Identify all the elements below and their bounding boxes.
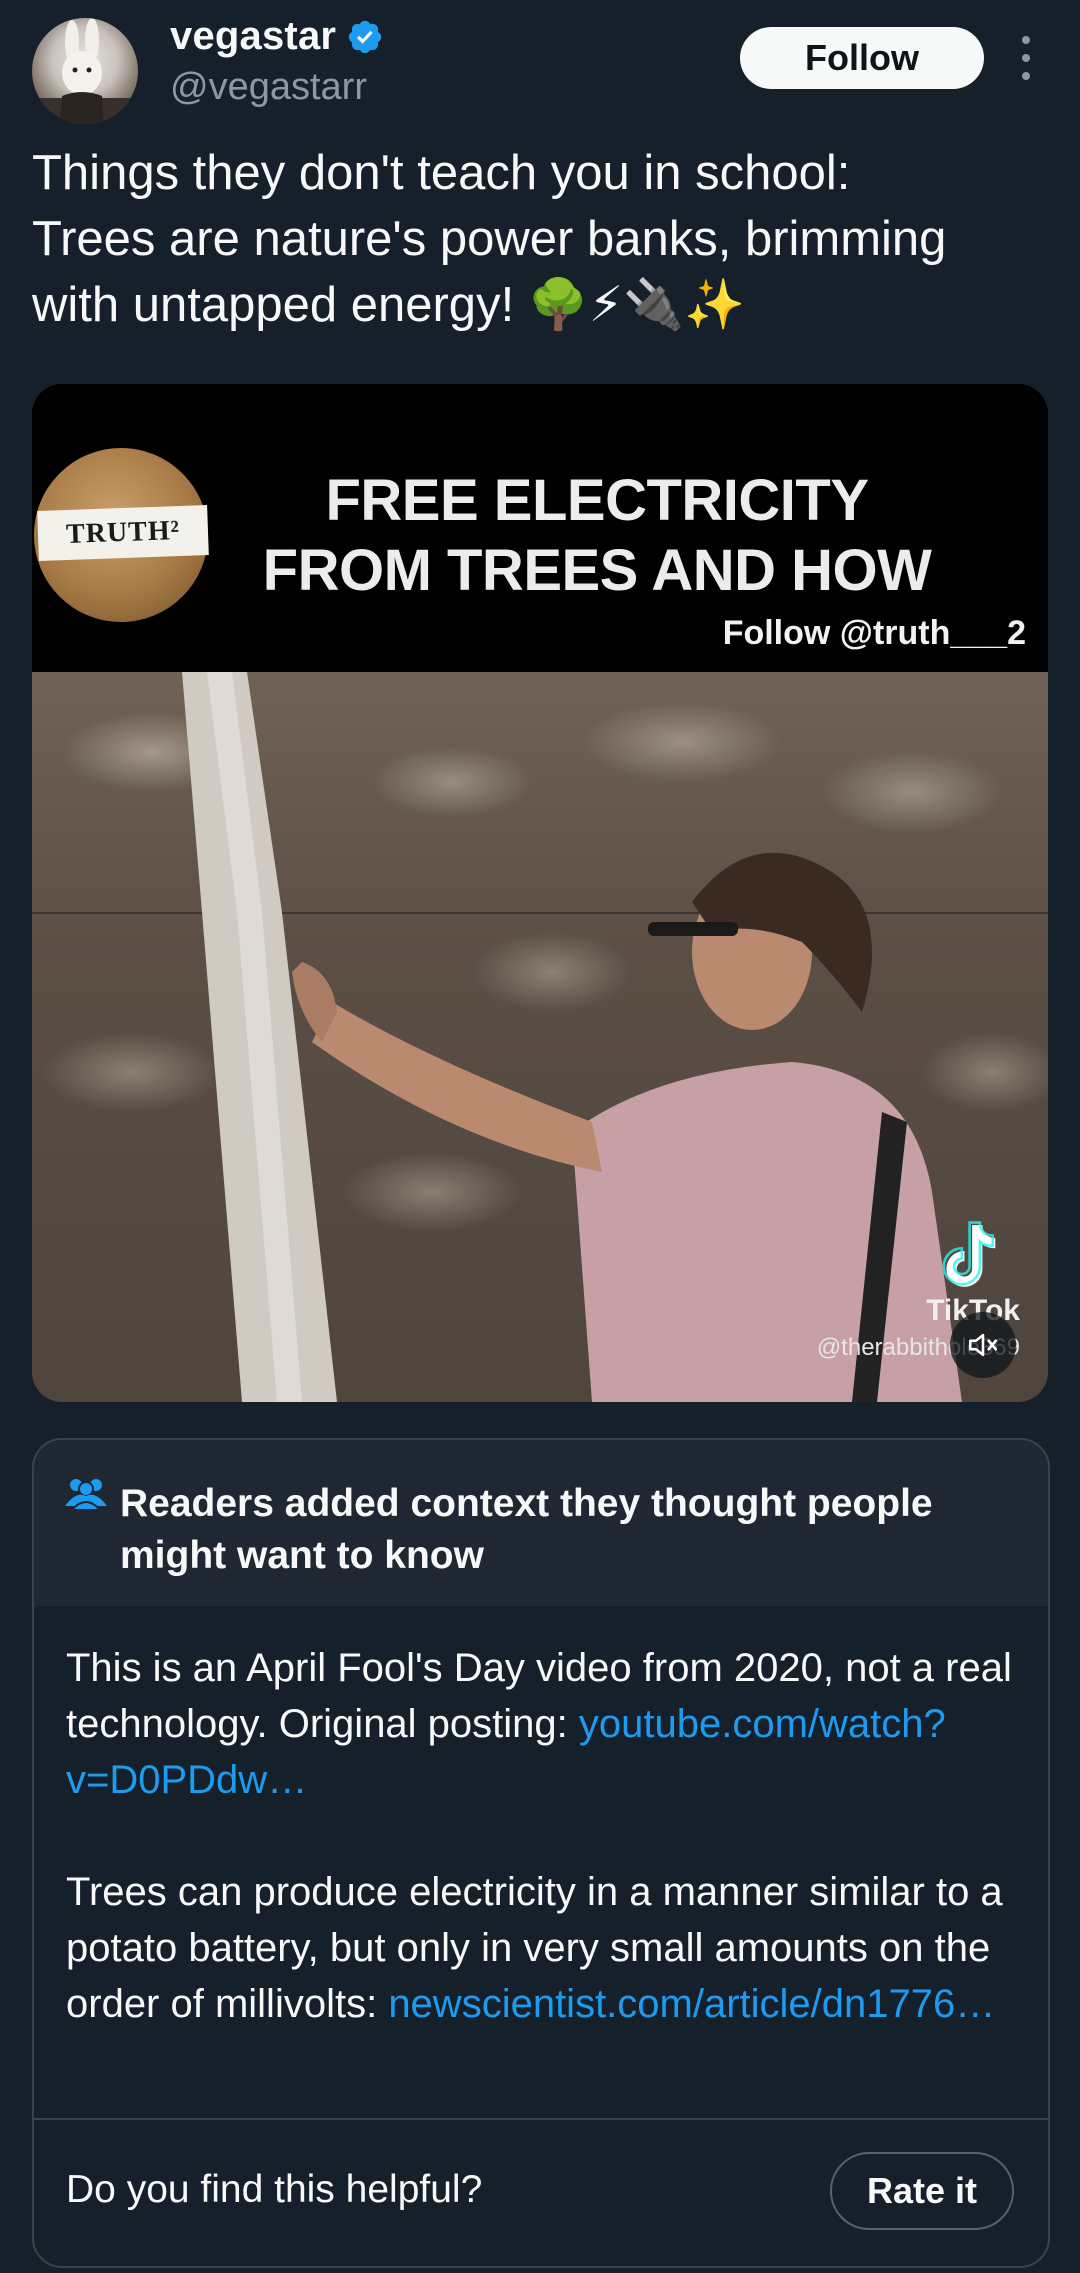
more-options-icon[interactable] <box>1014 36 1038 80</box>
helpful-question: Do you find this helpful? <box>66 2168 483 2211</box>
video-banner: TRUTH² FREE ELECTRICITY FROM TREES AND H… <box>32 384 1048 672</box>
truth-logo-text: TRUTH² <box>37 505 209 561</box>
tweet-text: Things they don't teach you in school: T… <box>32 146 947 332</box>
video-frame <box>32 672 1048 1402</box>
people-icon <box>65 1479 107 1510</box>
community-note-body: This is an April Fool's Day video from 2… <box>66 1640 1026 2088</box>
video-scene-illustration <box>182 672 962 1402</box>
note-paragraph-1: This is an April Fool's Day video from 2… <box>66 1640 1026 1808</box>
note-paragraph-2: Trees can produce electricity in a manne… <box>66 1864 1026 2032</box>
avatar[interactable] <box>32 18 138 124</box>
follow-button[interactable]: Follow <box>740 27 984 89</box>
author-handle[interactable]: @vegastarr <box>170 66 367 109</box>
video-title-line-1: FREE ELECTRICITY <box>325 468 869 533</box>
community-note: Readers added context they thought peopl… <box>32 1438 1050 2268</box>
video-title-line-2: FROM TREES AND HOW <box>262 538 932 603</box>
rabbit-avatar-icon <box>32 18 138 124</box>
newscientist-link[interactable]: newscientist.com/article/dn1776… <box>388 1982 995 2026</box>
display-name[interactable]: vegastar <box>170 14 336 59</box>
video-title: FREE ELECTRICITY FROM TREES AND HOW <box>227 466 967 606</box>
video-follow-overlay: Follow @truth___2 <box>722 614 1026 652</box>
verified-badge-icon <box>348 20 382 53</box>
rate-it-button[interactable]: Rate it <box>830 2152 1014 2230</box>
community-note-title: Readers added context they thought peopl… <box>120 1482 933 1577</box>
tiktok-logo-icon <box>942 1221 996 1287</box>
author-name-row: vegastar <box>170 14 384 59</box>
note-divider <box>34 2118 1048 2120</box>
muted-speaker-icon <box>968 1333 998 1357</box>
mute-toggle-button[interactable] <box>950 1312 1016 1378</box>
video-media[interactable]: TRUTH² FREE ELECTRICITY FROM TREES AND H… <box>32 384 1048 1402</box>
tweet-post: vegastar @vegastarr Follow Things they d… <box>0 0 1080 2273</box>
community-note-header: Readers added context they thought peopl… <box>34 1440 1048 1606</box>
